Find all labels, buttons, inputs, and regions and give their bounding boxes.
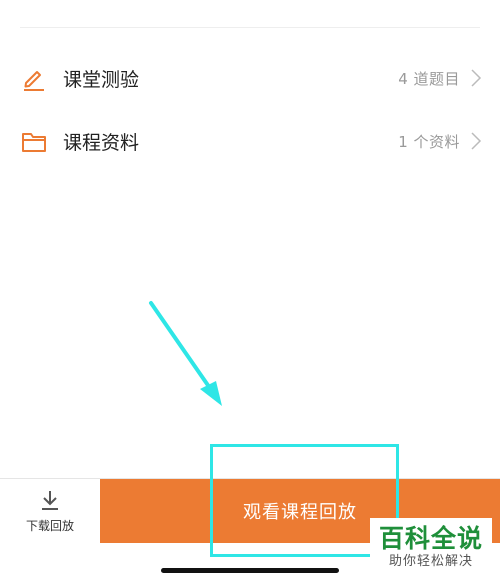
watermark-logo: 百科全说 助你轻松解决 — [370, 518, 492, 578]
list-item-label: 课堂测验 — [63, 68, 140, 91]
top-divider — [20, 27, 480, 28]
home-indicator[interactable] — [161, 568, 339, 573]
download-icon — [42, 490, 58, 510]
list-item-count: 4 道题目 — [398, 69, 460, 88]
list-item-materials[interactable]: 课程资料 1 个资料 — [0, 111, 500, 171]
watermark-title: 百科全说 — [378, 524, 483, 553]
chevron-right-icon — [471, 69, 482, 87]
download-replay-button[interactable]: 下载回放 — [0, 479, 100, 543]
folder-icon — [22, 133, 46, 152]
list-item-quiz[interactable]: 课堂测验 4 道题目 — [0, 48, 500, 108]
list-item-label: 课程资料 — [63, 131, 140, 154]
watermark-subtitle: 助你轻松解决 — [388, 554, 473, 569]
chevron-right-icon — [471, 132, 482, 150]
list-item-count: 1 个资料 — [398, 132, 460, 151]
pencil-icon — [24, 71, 44, 91]
download-replay-label: 下载回放 — [25, 518, 74, 533]
